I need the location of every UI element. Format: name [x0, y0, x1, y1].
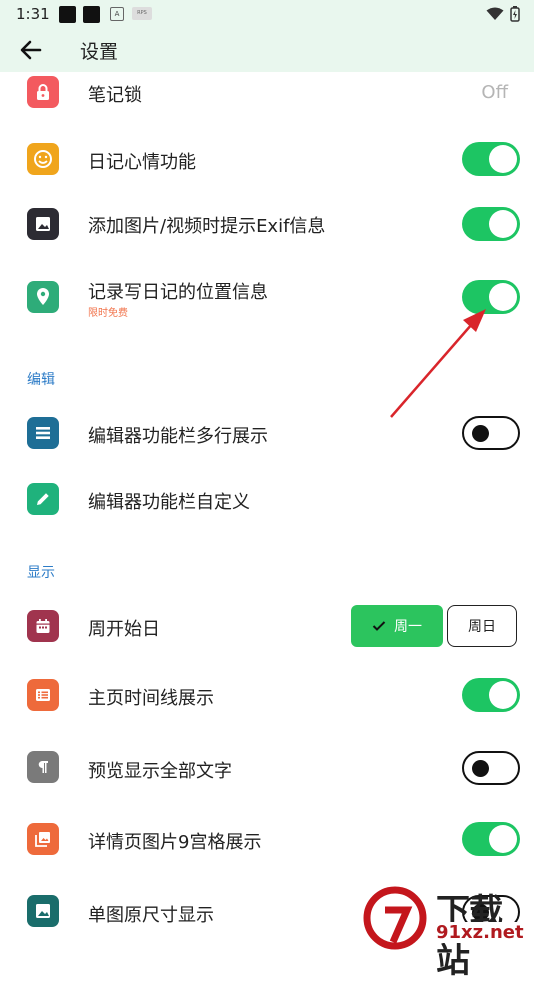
- setting-row-full-text[interactable]: 预览显示全部文字: [0, 746, 534, 792]
- app-bar: 设置: [0, 28, 534, 72]
- setting-row-week-start: 周开始日 周一 周日: [0, 605, 534, 649]
- setting-label: 编辑器功能栏自定义: [88, 492, 250, 513]
- full-text-toggle[interactable]: [462, 751, 520, 785]
- setting-row-multiline-toolbar[interactable]: 编辑器功能栏多行展示: [0, 411, 534, 457]
- status-time: 1:31: [16, 5, 50, 23]
- section-header-edit: 编辑: [27, 372, 55, 388]
- wifi-icon: [486, 7, 504, 20]
- week-start-sunday-option[interactable]: 周日: [447, 605, 517, 647]
- option-label: 周一: [394, 619, 422, 635]
- setting-label: 记录写日记的位置信息: [88, 282, 268, 303]
- setting-label: 编辑器功能栏多行展示: [88, 426, 268, 447]
- calendar-icon: [27, 610, 59, 642]
- setting-row-timeline[interactable]: 主页时间线展示: [0, 674, 534, 720]
- setting-row-exif[interactable]: 添加图片/视频时提示Exif信息: [0, 202, 534, 248]
- location-toggle[interactable]: [462, 280, 520, 314]
- section-header-display: 显示: [27, 565, 55, 581]
- diary-mood-toggle[interactable]: [462, 142, 520, 176]
- gallery-icon: [27, 823, 59, 855]
- arrow-left-icon: [20, 40, 42, 60]
- app-notification-icon: RPS: [132, 7, 152, 20]
- multiline-toolbar-toggle[interactable]: [462, 416, 520, 450]
- menu-lines-icon: [27, 417, 59, 449]
- setting-row-location[interactable]: 记录写日记的位置信息 限时免费: [0, 275, 534, 325]
- watermark-url: 91xz.net: [434, 922, 526, 943]
- pencil-icon: [27, 483, 59, 515]
- setting-label: 主页时间线展示: [88, 688, 214, 709]
- page-title: 设置: [80, 41, 119, 63]
- setting-label: 日记心情功能: [88, 152, 196, 173]
- setting-label: 周开始日: [88, 619, 160, 640]
- notification-icon: [83, 6, 100, 23]
- list-icon: [27, 679, 59, 711]
- smile-icon: [27, 143, 59, 175]
- lock-icon: [27, 76, 59, 108]
- back-button[interactable]: [18, 38, 44, 62]
- setting-row-custom-toolbar[interactable]: 编辑器功能栏自定义: [0, 478, 534, 524]
- setting-row-grid9[interactable]: 详情页图片9宫格展示: [0, 818, 534, 864]
- free-badge: 限时免费: [88, 308, 128, 319]
- setting-row-diary-mood[interactable]: 日记心情功能: [0, 136, 534, 182]
- timeline-toggle[interactable]: [462, 678, 520, 712]
- setting-label: 笔记锁: [88, 85, 142, 106]
- battery-icon: [510, 6, 520, 22]
- setting-label: 单图原尺寸显示: [88, 905, 214, 926]
- setting-label: 详情页图片9宫格展示: [88, 832, 262, 853]
- location-pin-icon: [27, 281, 59, 313]
- exif-hint-toggle[interactable]: [462, 207, 520, 241]
- option-label: 周日: [468, 619, 496, 635]
- setting-label: 添加图片/视频时提示Exif信息: [88, 216, 326, 237]
- app-notification-icon: A: [110, 7, 124, 21]
- week-start-monday-option[interactable]: 周一: [351, 605, 443, 647]
- image-icon: [27, 208, 59, 240]
- notification-icon: [59, 6, 76, 23]
- photo-icon: [27, 895, 59, 927]
- check-icon: [372, 621, 386, 631]
- setting-label: 预览显示全部文字: [88, 761, 232, 782]
- status-bar: 1:31 A RPS: [0, 0, 534, 28]
- grid9-toggle[interactable]: [462, 822, 520, 856]
- note-lock-value: Off: [481, 82, 508, 103]
- setting-row-note-lock[interactable]: 笔记锁 Off: [0, 72, 534, 112]
- paragraph-icon: [27, 751, 59, 783]
